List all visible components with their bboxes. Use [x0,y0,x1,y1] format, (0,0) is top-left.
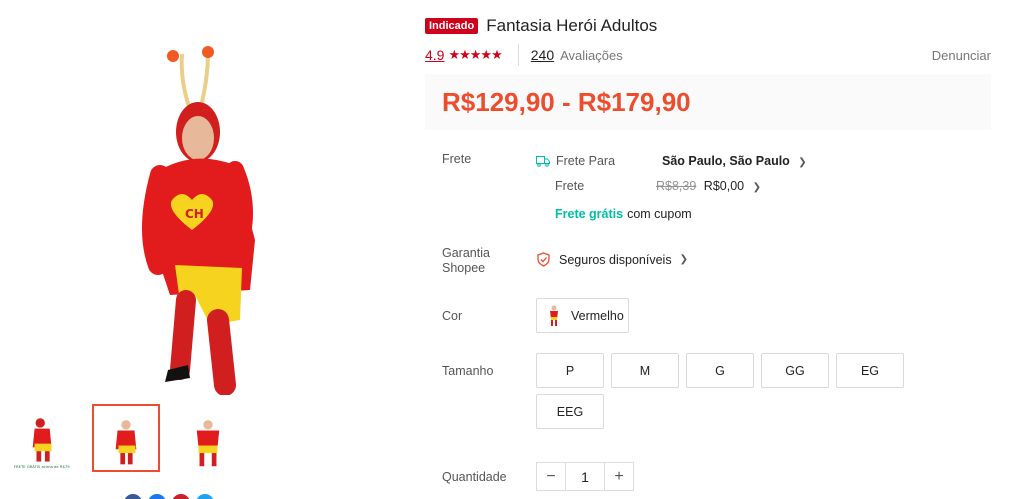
size-option-gg[interactable]: GG [761,353,829,388]
price-range: R$129,90 - R$179,90 [442,86,691,117]
color-option-vermelho[interactable]: Vermelho [536,298,629,333]
quantity-input[interactable] [565,463,605,490]
color-option-label: Vermelho [571,308,624,323]
product-title: Fantasia Herói Adultos [486,16,658,35]
ship-to-label: Frete Para [556,154,616,168]
share-icons [124,494,214,499]
insurance-dropdown[interactable]: Seguros disponíveis ❯ [536,252,688,267]
report-link[interactable]: Denunciar [932,48,991,63]
price-box: R$129,90 - R$179,90 [425,74,991,130]
truck-icon [536,156,550,167]
thumbnail-1[interactable]: FRETE GRÁTIS acima de R$79 [10,404,78,472]
color-thumbnail-icon [550,305,558,326]
free-shipping-text: Frete grátis [555,207,624,221]
shipping-block: Frete Para São Paulo, São Paulo ❯ Frete … [536,152,807,223]
chevron-down-icon: ❯ [752,182,761,193]
size-option-label: EEG [556,404,584,419]
size-option-label: G [715,363,725,378]
size-option-m[interactable]: M [611,353,679,388]
review-label: Avaliações [560,47,623,63]
quantity-label: Quantidade [442,470,507,484]
thumbnail-2[interactable] [92,404,160,472]
messenger-icon[interactable] [124,494,142,499]
size-option-g[interactable]: G [686,353,754,388]
rating-row: 4.9 ★★★★★ 240 Avaliações Denunciar [425,44,991,66]
quantity-stepper: − + [536,462,634,491]
thumbnail-3[interactable] [174,404,242,472]
ship-destination: São Paulo, São Paulo [662,154,790,168]
divider [517,44,519,66]
shield-icon [537,252,550,267]
size-label: Tamanho [442,364,494,378]
insurance-text: Seguros disponíveis [559,252,672,267]
ship-fee-dropdown[interactable]: R$8,39 R$0,00 ❯ [656,179,761,193]
review-count[interactable]: 240 [531,47,554,63]
decrease-quantity-button[interactable]: − [537,463,565,490]
twitter-icon[interactable] [196,494,214,499]
chevron-down-icon: ❯ [679,254,688,265]
size-option-label: GG [785,363,805,378]
size-option-eeg[interactable]: EEG [536,394,604,429]
size-option-p[interactable]: P [536,353,604,388]
coupon-text: com cupom [627,207,692,221]
ship-fee-label: Frete [555,179,585,193]
pinterest-icon[interactable] [172,494,190,499]
color-label: Cor [442,309,463,323]
thumbnail-caption: FRETE GRÁTIS acima de R$79 [14,464,70,469]
chevron-down-icon: ❯ [798,157,807,168]
main-product-image[interactable]: CH [10,40,350,396]
title-row: Indicado Fantasia Herói Adultos [425,16,657,36]
thumbnail-strip: FRETE GRÁTIS acima de R$79 [10,404,242,472]
recommended-badge: Indicado [425,18,479,34]
shipping-label: Frete [442,152,472,166]
rating-stars-icon: ★★★★★ [448,47,502,62]
rating-score[interactable]: 4.9 [425,47,444,63]
increase-quantity-button[interactable]: + [605,463,633,490]
svg-text:CH: CH [185,207,204,221]
ship-destination-dropdown[interactable]: São Paulo, São Paulo ❯ [662,154,807,168]
old-shipping-fee: R$8,39 [656,179,697,193]
shipping-fee: R$0,00 [703,179,745,193]
guarantee-label: Garantia Shopee [442,246,490,275]
size-option-label: M [639,363,651,378]
size-option-eg[interactable]: EG [836,353,904,388]
size-option-label: EG [860,363,880,378]
facebook-icon[interactable] [148,494,166,499]
size-option-label: P [565,363,575,378]
